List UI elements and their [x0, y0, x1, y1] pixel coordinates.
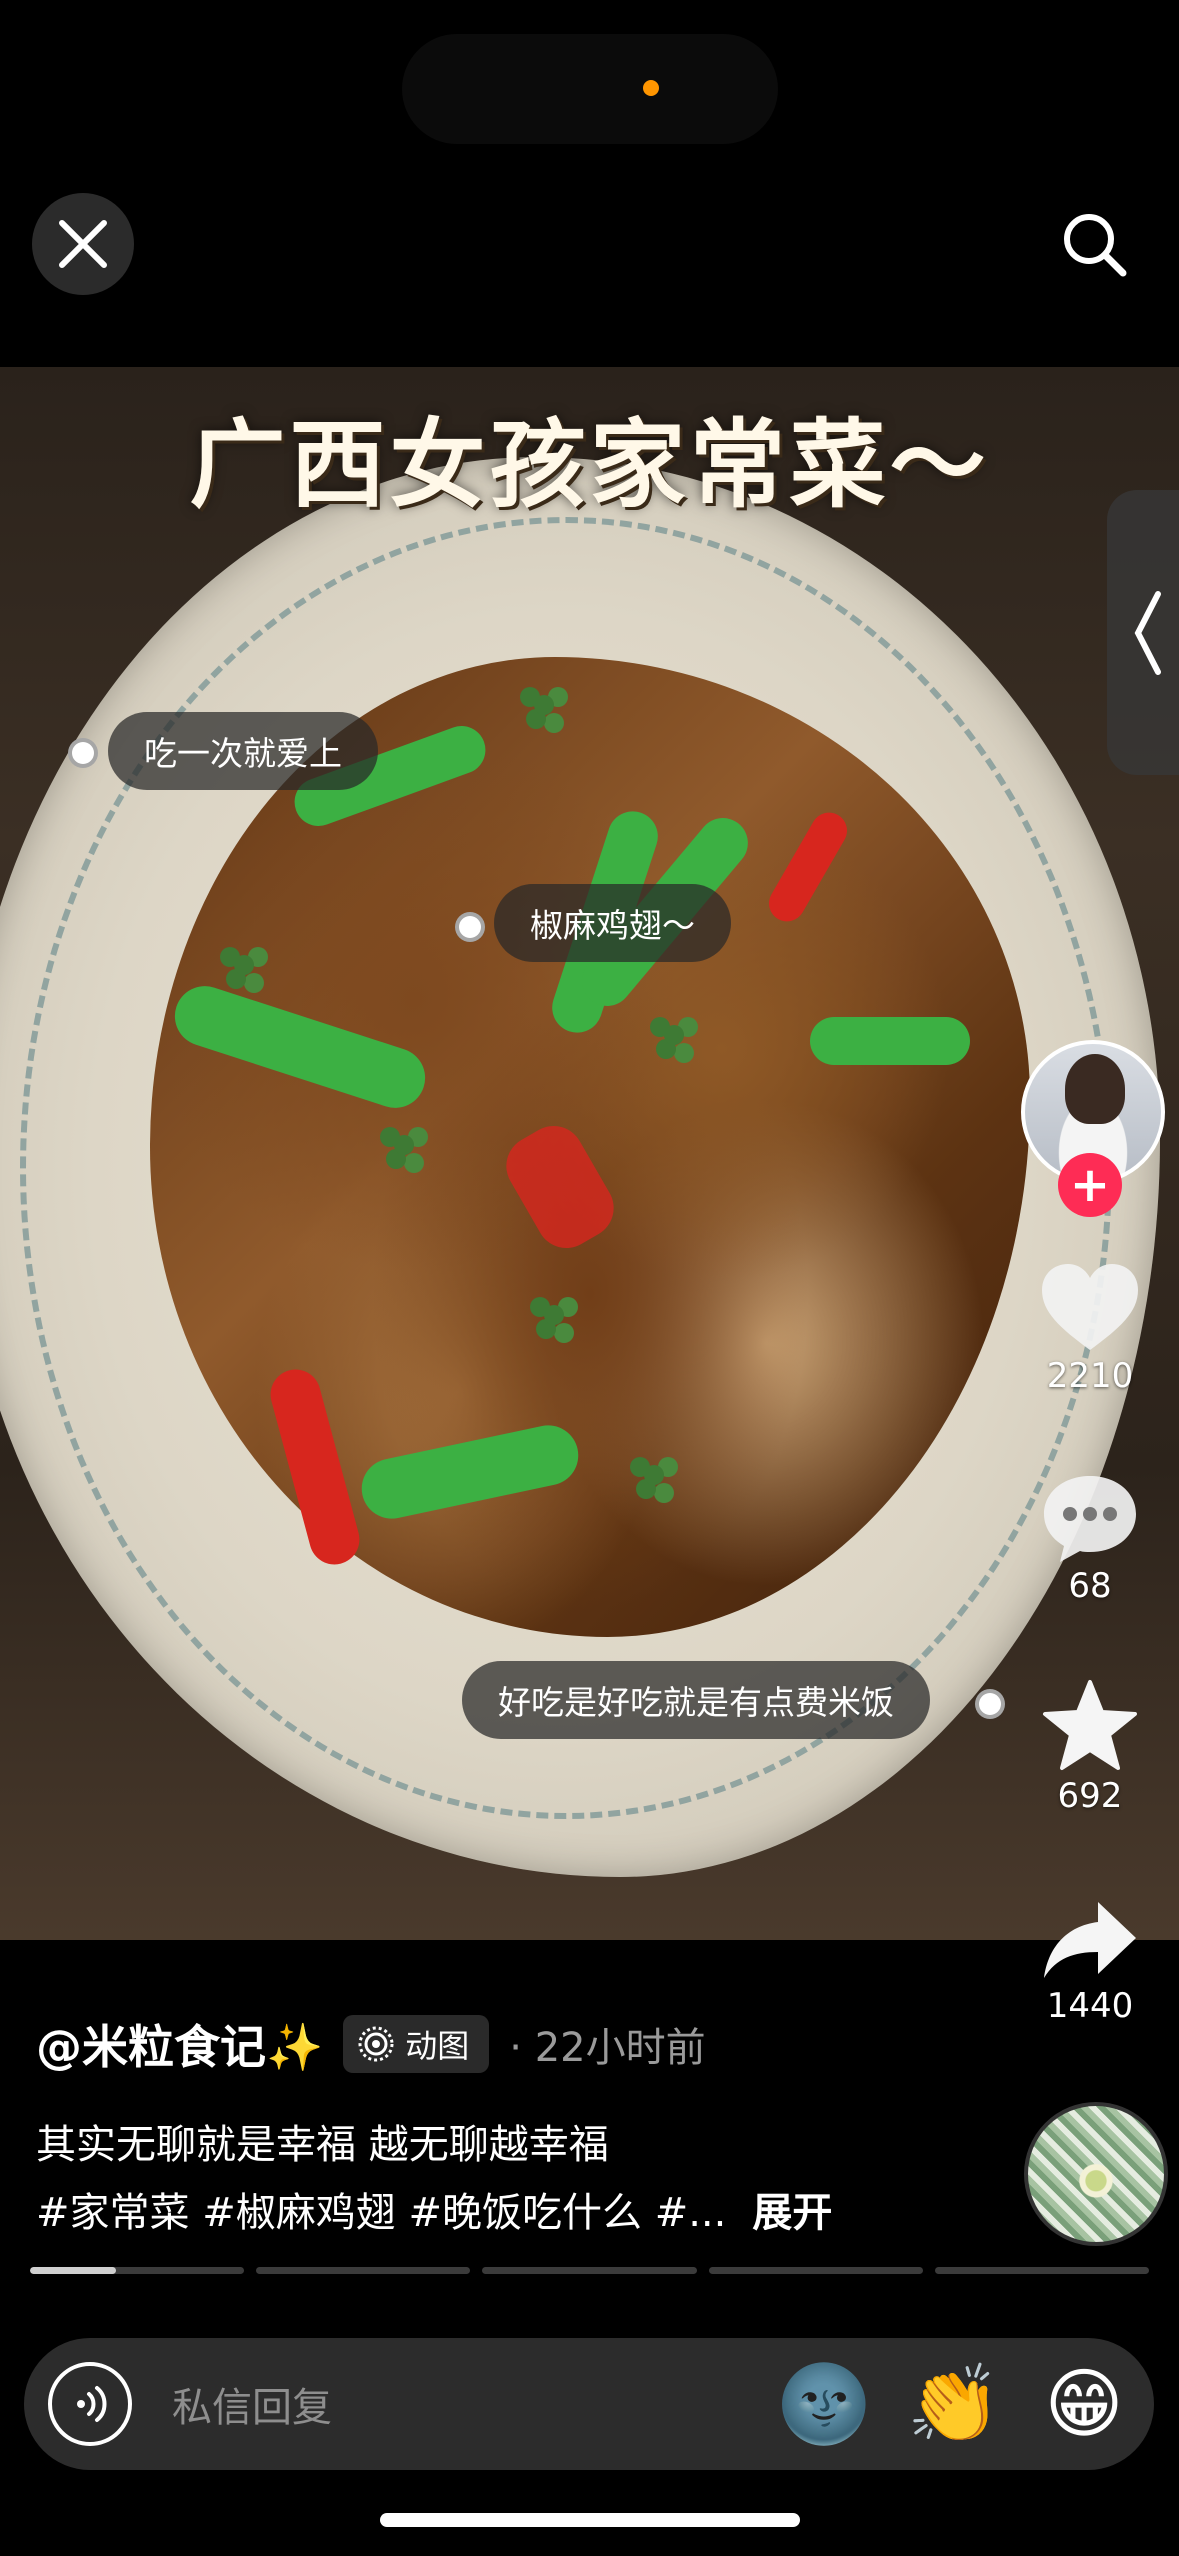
reply-bar: 私信回复 🌚 👏 😁 — [24, 2338, 1154, 2470]
moon-face-emoji[interactable]: 🌚 — [776, 2356, 872, 2452]
post-photo[interactable]: 广西女孩家常菜～ 吃一次就爱上 椒麻鸡翅～ 好吃是好吃就是有点费米饭 — [0, 367, 1179, 1940]
reply-input[interactable]: 私信回复 — [172, 2375, 776, 2433]
caption-hashtags: #家常菜 #椒麻鸡翅 #晚饭吃什么 #... 展开 — [36, 2180, 832, 2238]
close-button[interactable] — [32, 193, 134, 295]
comment-icon — [1044, 1476, 1136, 1562]
hashtags[interactable]: #家常菜 #椒麻鸡翅 #晚饭吃什么 #... — [36, 2180, 726, 2238]
progress-segment — [708, 2267, 923, 2274]
voice-button[interactable] — [48, 2362, 132, 2446]
home-indicator — [380, 2513, 800, 2527]
search-icon — [1064, 214, 1127, 277]
progress-segment — [934, 2267, 1150, 2274]
favorite-button[interactable]: 692 — [1030, 1678, 1150, 1816]
slide-progress — [30, 2267, 1150, 2274]
heart-icon — [1042, 1264, 1138, 1350]
follow-button[interactable]: + — [1058, 1153, 1122, 1217]
comment-count: 68 — [1068, 1566, 1112, 1606]
tag-label[interactable]: 好吃是好吃就是有点费米饭 — [462, 1661, 930, 1739]
search-button[interactable] — [1050, 200, 1140, 290]
voice-icon — [77, 2386, 107, 2422]
share-count: 1440 — [1046, 1986, 1134, 2026]
progress-segment — [256, 2267, 471, 2274]
dynamic-island — [402, 34, 778, 144]
share-button[interactable]: 1440 — [1030, 1898, 1150, 2026]
badge-label: 动图 — [405, 2027, 470, 2065]
tag-label[interactable]: 椒麻鸡翅～ — [494, 884, 731, 962]
caption-line: 其实无聊就是幸福 越无聊越幸福 — [36, 2122, 609, 2168]
progress-segment — [30, 2267, 245, 2274]
favorite-count: 692 — [1057, 1776, 1123, 1816]
author-name[interactable]: @米粒食记✨ — [36, 2011, 323, 2077]
tag-dot — [68, 738, 98, 768]
tag-dot — [975, 1689, 1005, 1719]
tag-dot — [455, 912, 485, 942]
clapping-emoji[interactable]: 👏 — [906, 2356, 1002, 2452]
close-icon — [59, 220, 107, 268]
chevron-left-icon — [1134, 590, 1161, 675]
comment-button[interactable]: 68 — [1030, 1472, 1150, 1606]
recording-indicator — [643, 80, 659, 96]
expand-button[interactable]: 展开 — [752, 2180, 832, 2238]
side-panel-tab[interactable] — [1107, 490, 1179, 775]
live-photo-icon — [357, 2025, 395, 2063]
like-count: 2210 — [1046, 1356, 1134, 1396]
progress-fill — [30, 2267, 116, 2274]
music-disc[interactable] — [1024, 2102, 1168, 2246]
grinning-emoji[interactable]: 😁 — [1036, 2356, 1132, 2452]
share-icon — [1044, 1902, 1136, 1978]
post-time: · 22小时前 — [509, 2025, 706, 2071]
like-button[interactable]: 2210 — [1030, 1262, 1150, 1396]
plus-icon: + — [1069, 1157, 1111, 1213]
tag-label[interactable]: 吃一次就爱上 — [108, 712, 378, 790]
progress-segment — [482, 2267, 697, 2274]
photo-title-overlay: 广西女孩家常菜～ — [189, 408, 990, 521]
animated-badge: 动图 — [343, 2015, 490, 2073]
star-icon — [1043, 1680, 1137, 1770]
author-row: @米粒食记✨ 动图 · 22小时前 — [36, 2010, 706, 2078]
